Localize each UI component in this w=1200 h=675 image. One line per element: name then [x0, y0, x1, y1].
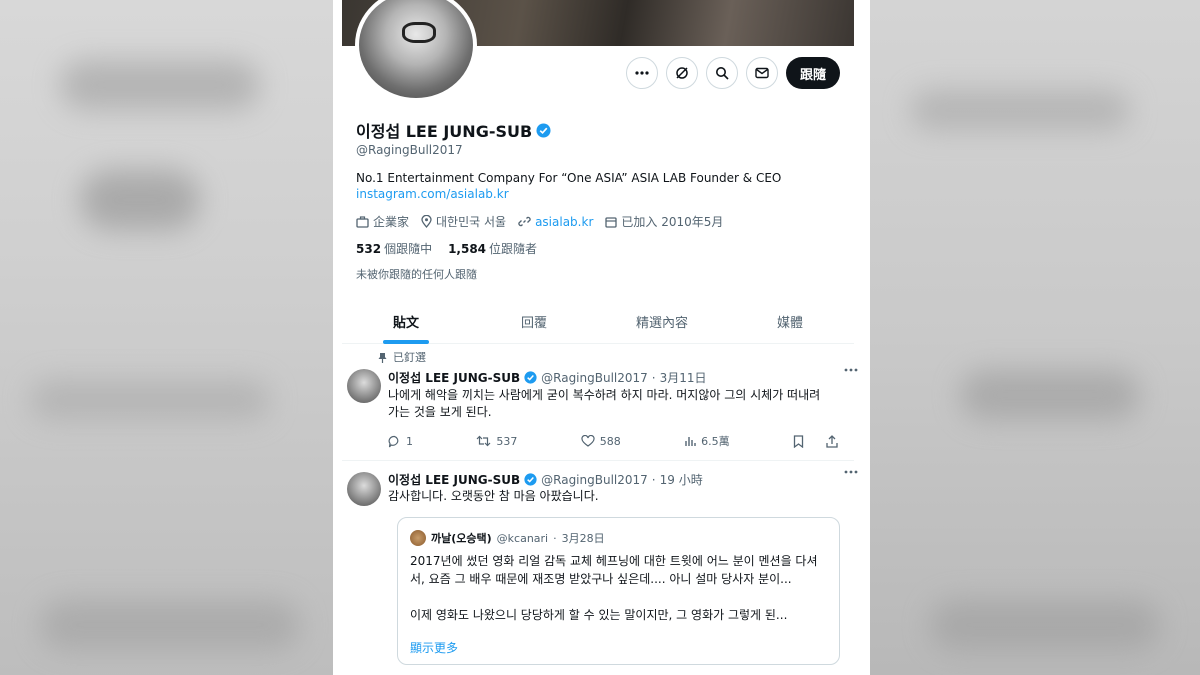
- link-icon: [518, 215, 531, 228]
- more-icon: [844, 470, 858, 474]
- message-button[interactable]: [745, 57, 778, 89]
- retweet-button[interactable]: 537: [476, 435, 517, 448]
- tweet-divider: [342, 460, 854, 461]
- quote-header: 까날(오승택) @kcanari · 3月28日: [410, 530, 605, 546]
- show-more-link[interactable]: 顯示更多: [410, 639, 458, 656]
- views-icon: [684, 435, 696, 447]
- blurred-background-left: [0, 0, 333, 675]
- tweet-text: 감사합니다. 오랫동안 참 마음 아팠습니다.: [388, 489, 599, 503]
- bookmark-icon[interactable]: [793, 434, 804, 448]
- profile-actions: 跟隨: [625, 57, 840, 89]
- search-icon: [715, 66, 729, 80]
- tab-media[interactable]: 媒體: [726, 300, 854, 343]
- profile-tabs: 貼文 回覆 精選內容 媒體: [342, 300, 854, 344]
- tweet-more-button[interactable]: [844, 470, 858, 474]
- more-button[interactable]: [625, 57, 658, 89]
- followers-link[interactable]: 1,584 位跟隨者: [448, 240, 537, 257]
- profile-handle: @RagingBull2017: [356, 143, 463, 157]
- like-button[interactable]: 588: [581, 435, 621, 448]
- meta-category: 企業家: [356, 213, 409, 230]
- verified-icon: [524, 473, 537, 486]
- profile-bio: No.1 Entertainment Company For “One ASIA…: [356, 170, 826, 202]
- like-icon: [581, 435, 595, 447]
- tweet-text: 나에게 해악을 끼치는 사람에게 굳이 복수하려 하지 마라. 머지않아 그의 …: [388, 388, 821, 419]
- verified-icon: [524, 371, 537, 384]
- tweet-more-button[interactable]: [844, 368, 858, 372]
- tab-replies[interactable]: 回覆: [470, 300, 598, 343]
- not-followed-note: 未被你跟隨的任何人跟隨: [356, 268, 477, 281]
- tab-posts[interactable]: 貼文: [342, 300, 470, 344]
- tab-highlights[interactable]: 精選內容: [598, 300, 726, 343]
- location-icon: [421, 215, 432, 228]
- reply-button[interactable]: 1: [388, 435, 413, 448]
- avatar[interactable]: [347, 472, 381, 506]
- meta-website[interactable]: asialab.kr: [518, 215, 593, 229]
- avatar[interactable]: [347, 369, 381, 403]
- calendar-icon: [605, 216, 618, 228]
- bio-text: No.1 Entertainment Company For “One ASIA…: [356, 171, 782, 185]
- share-icon[interactable]: [826, 434, 838, 448]
- pinned-label: 已釘選: [378, 349, 426, 365]
- retweet-icon: [476, 435, 491, 447]
- verified-icon: [536, 122, 551, 138]
- pin-icon: [378, 352, 387, 363]
- profile-screen: 跟隨 이정섭 LEE JUNG-SUB @RagingBull2017 No.1…: [333, 0, 870, 675]
- mail-icon: [755, 67, 769, 79]
- views-button[interactable]: 6.5萬: [684, 433, 730, 449]
- tweet-header: 이정섭 LEE JUNG-SUB @RagingBull2017 · 19 小時: [388, 472, 703, 488]
- more-icon: [844, 368, 858, 372]
- tweet-actions: 1 537 588 6.5萬: [388, 433, 838, 449]
- bio-link[interactable]: instagram.com/asialab.kr: [356, 186, 826, 202]
- blurred-background-right: [870, 0, 1200, 675]
- avatar: [410, 530, 426, 546]
- briefcase-icon: [356, 215, 369, 228]
- profile-name-row: 이정섭 LEE JUNG-SUB: [356, 118, 551, 142]
- reply-icon: [388, 435, 401, 448]
- tweet-header: 이정섭 LEE JUNG-SUB @RagingBull2017 · 3月11日: [388, 370, 707, 386]
- meta-location: 대한민국 서울: [421, 213, 506, 230]
- follow-button[interactable]: 跟隨: [785, 57, 840, 89]
- grok-icon: [675, 66, 689, 80]
- display-name: 이정섭 LEE JUNG-SUB: [356, 122, 533, 141]
- meta-joined: 已加入 2010年5月: [605, 213, 723, 230]
- profile-avatar[interactable]: [355, 0, 477, 102]
- search-button[interactable]: [705, 57, 738, 89]
- profile-meta: 企業家 대한민국 서울 asialab.kr 已加入 2010年5月: [356, 213, 723, 230]
- following-link[interactable]: 532 個跟隨中: [356, 240, 432, 257]
- follow-stats: 532 個跟隨中 1,584 位跟隨者: [356, 240, 537, 257]
- more-icon: [635, 71, 649, 75]
- quote-text: 2017년에 썼던 영화 리얼 감독 교체 헤프닝에 대한 트윗에 어느 분이 …: [410, 554, 818, 622]
- quoted-tweet[interactable]: 까날(오승택) @kcanari · 3月28日 2017년에 썼던 영화 리얼…: [397, 517, 840, 665]
- grok-button[interactable]: [665, 57, 698, 89]
